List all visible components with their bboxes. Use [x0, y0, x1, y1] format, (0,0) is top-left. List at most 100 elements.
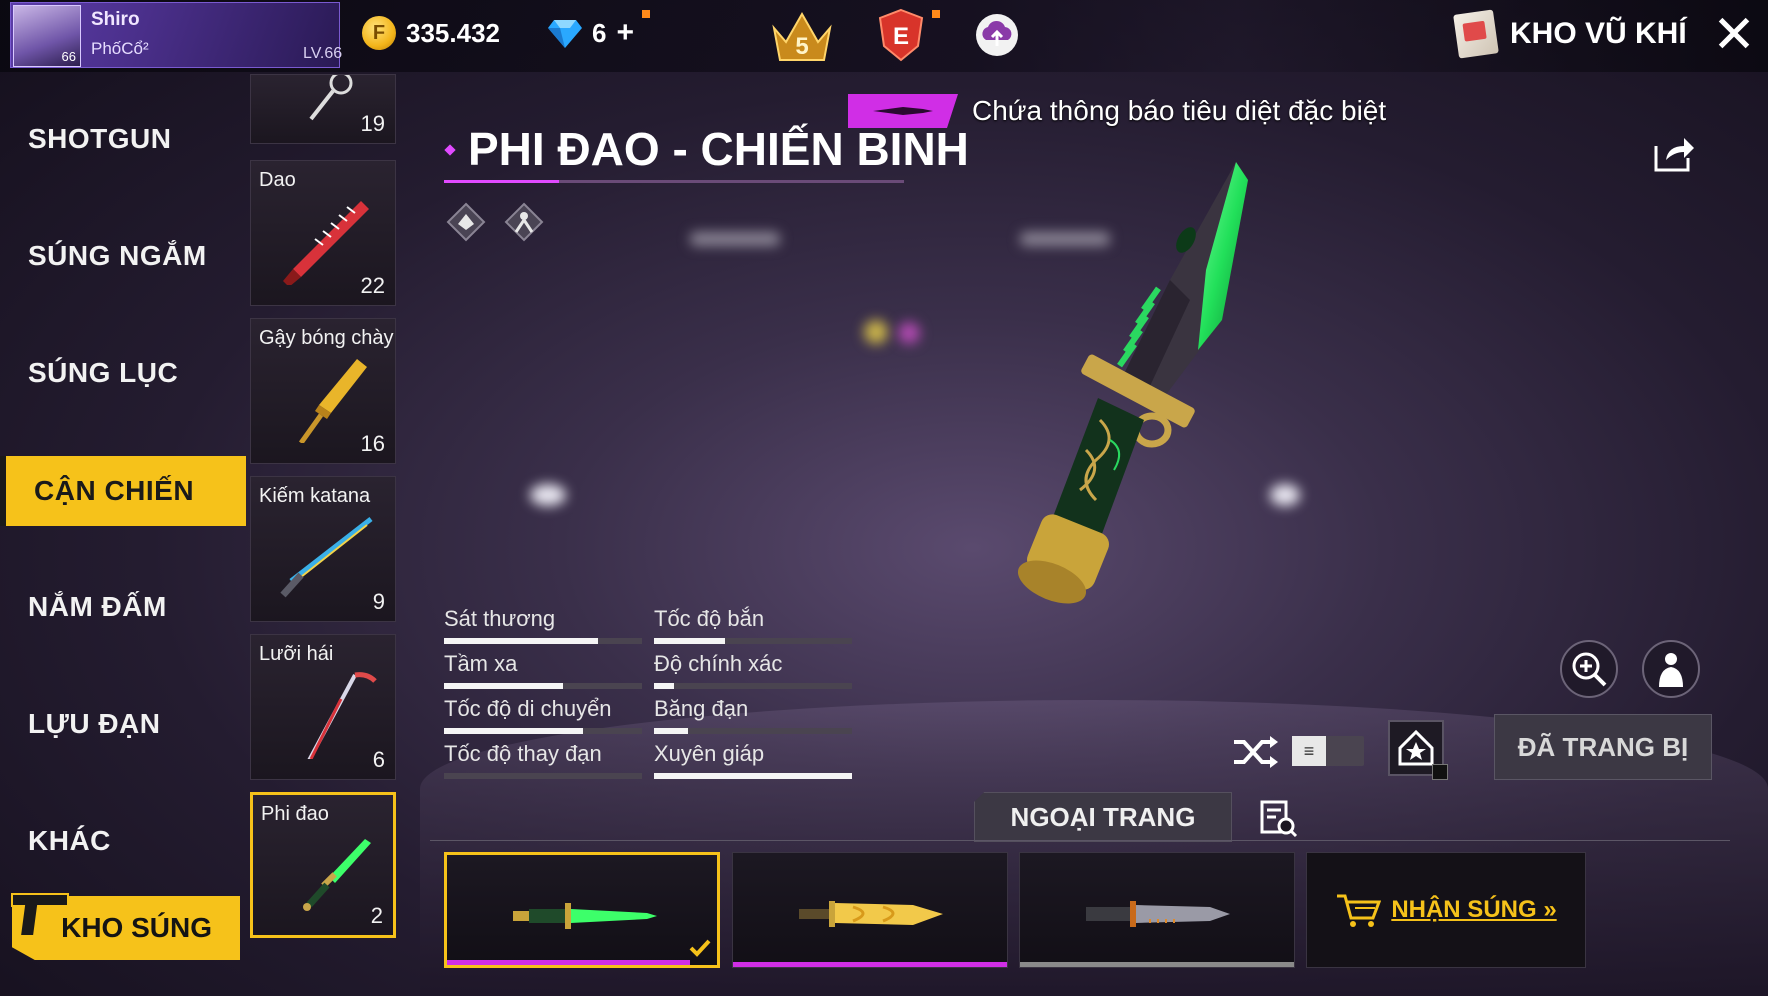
share-icon[interactable] — [1652, 134, 1696, 174]
category-pistol[interactable]: SÚNG LỤC — [0, 338, 246, 408]
notification-dot — [932, 10, 940, 18]
stat-fill — [444, 638, 599, 644]
category-grenade[interactable]: LỰU ĐẠN — [0, 689, 246, 759]
stat-label: Xuyên giáp — [654, 741, 765, 766]
knife-silhouette-icon — [873, 107, 933, 115]
tab-skins[interactable]: NGOẠI TRANG — [974, 792, 1232, 842]
title-underline — [444, 180, 904, 183]
skin-default-knife — [1086, 901, 1230, 927]
skin-rarity-bar — [447, 960, 690, 965]
stat-fill — [654, 773, 852, 779]
stat-label: Độ chính xác — [654, 651, 783, 676]
category-melee[interactable]: CẬN CHIẾN — [0, 456, 246, 526]
skin-golden-knife — [799, 901, 943, 927]
skin-card[interactable] — [732, 852, 1008, 968]
skin-search-icon[interactable] — [1258, 798, 1298, 838]
gold-coin-icon: F — [362, 16, 396, 50]
category-sniper[interactable]: SÚNG NGẮM — [0, 221, 246, 291]
stat-fill — [654, 638, 726, 644]
stat-label: Tầm xa — [444, 651, 518, 676]
stat-reload-speed: Tốc độ thay đạn — [444, 741, 644, 779]
stat-fire-rate: Tốc độ bắn — [654, 606, 854, 644]
stat-bar — [444, 728, 642, 734]
skin-card[interactable] — [1019, 852, 1295, 968]
weapon-count: 19 — [360, 111, 385, 136]
katana-thumbnail — [280, 517, 373, 598]
cloud-upload-icon — [976, 14, 1018, 56]
stat-bar — [654, 728, 852, 734]
elite-letter: E — [893, 23, 909, 50]
elite-pass-badge[interactable]: E — [878, 8, 924, 62]
lobby-display-button[interactable] — [1388, 720, 1448, 780]
character-preview-button[interactable] — [1642, 640, 1700, 698]
skin-rarity-bar — [1020, 962, 1294, 967]
shuffle-icon[interactable] — [1232, 732, 1278, 772]
weapon-count: 16 — [360, 431, 385, 456]
stat-range: Tầm xa — [444, 651, 644, 689]
background-light — [864, 320, 888, 344]
rank-number: 5 — [795, 33, 808, 60]
close-button[interactable]: ✕ — [1700, 0, 1768, 70]
armory-header: KHO VŨ KHÍ — [1453, 9, 1687, 59]
character-attribute-icon[interactable] — [504, 202, 544, 242]
display-toggle[interactable]: ≡ — [1292, 736, 1364, 766]
weapon-item-top[interactable]: 19 — [250, 74, 396, 144]
add-diamond-button[interactable]: + — [616, 16, 634, 50]
weapon-name: Kiếm katana — [259, 485, 371, 507]
weapon-count: 6 — [372, 747, 385, 772]
weapon-item-dao[interactable]: Dao 22 — [250, 160, 396, 306]
special-kill-text: Chứa thông báo tiêu diệt đặc biệt — [972, 95, 1387, 126]
stat-bar — [444, 773, 642, 779]
stat-label: Tốc độ thay đạn — [444, 741, 602, 766]
weapon-name: Gậy bóng chày — [259, 327, 394, 349]
weapon-name: Dao — [259, 169, 296, 191]
skins-divider — [430, 840, 1730, 841]
player-name: Shiro — [91, 9, 140, 30]
throwing-knife-thumbnail — [303, 839, 371, 911]
category-fist[interactable]: NẮM ĐẤM — [0, 572, 246, 642]
diamond-balance[interactable]: 6 + — [548, 16, 634, 50]
stat-bar — [654, 773, 852, 779]
player-clan: PhốCổ² — [91, 39, 149, 58]
weapon-item-throwing-knife[interactable]: Phi đao 2 — [250, 792, 396, 938]
stat-label: Băng đạn — [654, 696, 749, 721]
background-light — [690, 232, 780, 246]
stat-damage: Sát thương — [444, 606, 644, 644]
keyboard-knife-thumbnail — [283, 201, 369, 285]
zoom-button[interactable] — [1560, 640, 1618, 698]
stat-fill — [444, 728, 583, 734]
title-dot — [444, 144, 456, 156]
avatar[interactable]: 66 — [13, 5, 81, 67]
stat-bar — [444, 683, 642, 689]
get-weapon-button[interactable]: NHẬN SÚNG » — [1306, 852, 1586, 968]
scythe-thumbnail — [307, 672, 377, 759]
stat-accuracy: Độ chính xác — [654, 651, 854, 689]
weapon-item-scythe[interactable]: Lưỡi hái 6 — [250, 634, 396, 780]
weapon-count: 9 — [372, 589, 385, 614]
cloud-upload-button[interactable] — [974, 12, 1020, 58]
umbrella-bat-thumbnail — [298, 359, 367, 443]
category-other[interactable]: KHÁC — [0, 806, 246, 876]
weapon-item-baseball-bat[interactable]: Gậy bóng chày 16 — [250, 318, 396, 464]
stat-fill — [654, 728, 688, 734]
character-icon — [1659, 653, 1683, 687]
stat-armor-penetration: Xuyên giáp — [654, 741, 854, 779]
skin-card[interactable] — [444, 852, 720, 968]
diamond-icon — [548, 20, 582, 48]
notification-dot — [642, 10, 650, 18]
category-shotgun[interactable]: SHOTGUN — [0, 104, 246, 174]
skin-rarity-bar — [733, 962, 1007, 967]
avatar-level: 66 — [61, 49, 76, 64]
weapon-name: Phi đao — [261, 803, 329, 825]
weapon-title: PHI ĐAO - CHIẾN BINH — [468, 123, 969, 175]
rank-badge[interactable]: 5 — [770, 8, 834, 64]
home-star-icon — [1398, 729, 1434, 766]
player-profile[interactable]: 66 Shiro PhốCổ² LV.66 — [10, 2, 342, 68]
skin-warrior-knife — [513, 903, 657, 929]
equipped-button[interactable]: ĐÃ TRANG BỊ — [1494, 714, 1712, 780]
attribute-icon[interactable] — [446, 202, 486, 242]
stat-bar — [654, 638, 852, 644]
stat-label: Tốc độ bắn — [654, 606, 765, 631]
knife-3d-model — [1017, 162, 1248, 604]
weapon-item-katana[interactable]: Kiếm katana 9 — [250, 476, 396, 622]
